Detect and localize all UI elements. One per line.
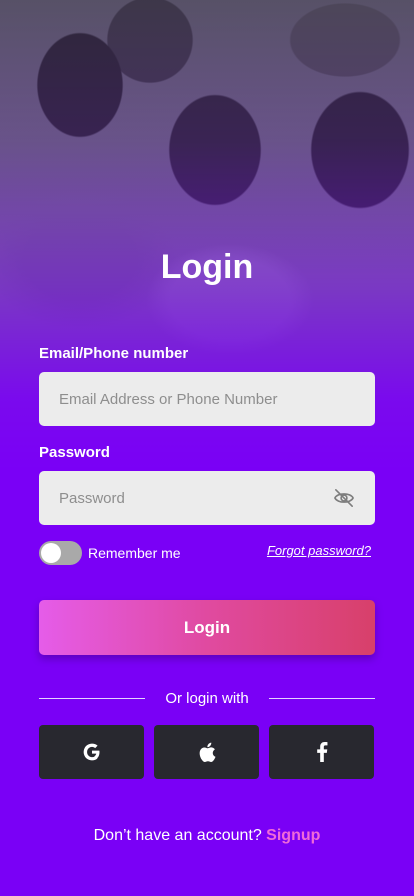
facebook-login-button[interactable] <box>269 725 374 779</box>
remember-me-toggle[interactable] <box>39 541 82 565</box>
email-field-container[interactable] <box>39 372 375 426</box>
page-title: Login <box>160 248 254 286</box>
forgot-password-link[interactable]: Forgot password? <box>267 543 371 558</box>
login-button[interactable]: Login <box>39 600 375 655</box>
signup-row: Don’t have an account? Signup <box>0 827 414 845</box>
email-label: Email/Phone number <box>39 345 189 362</box>
password-label: Password <box>39 444 110 461</box>
remember-me-label: Remember me <box>88 545 181 561</box>
signup-prompt: Don’t have an account? <box>93 827 267 844</box>
password-field[interactable] <box>39 471 375 525</box>
remember-me-row: Remember me Forgot password? <box>39 540 375 566</box>
facebook-icon <box>316 742 328 762</box>
login-screen: Login Email/Phone number Password Rememb… <box>0 0 414 896</box>
google-login-button[interactable] <box>39 725 144 779</box>
divider-line-right <box>269 698 375 699</box>
google-icon <box>82 742 102 762</box>
password-field-container[interactable] <box>39 471 375 525</box>
apple-icon <box>198 742 216 763</box>
apple-login-button[interactable] <box>154 725 259 779</box>
signup-link[interactable]: Signup <box>266 827 320 844</box>
eye-off-icon[interactable] <box>333 488 355 508</box>
or-login-with-divider: Or login with <box>39 688 375 710</box>
email-field[interactable] <box>39 372 375 426</box>
toggle-knob <box>41 543 61 563</box>
